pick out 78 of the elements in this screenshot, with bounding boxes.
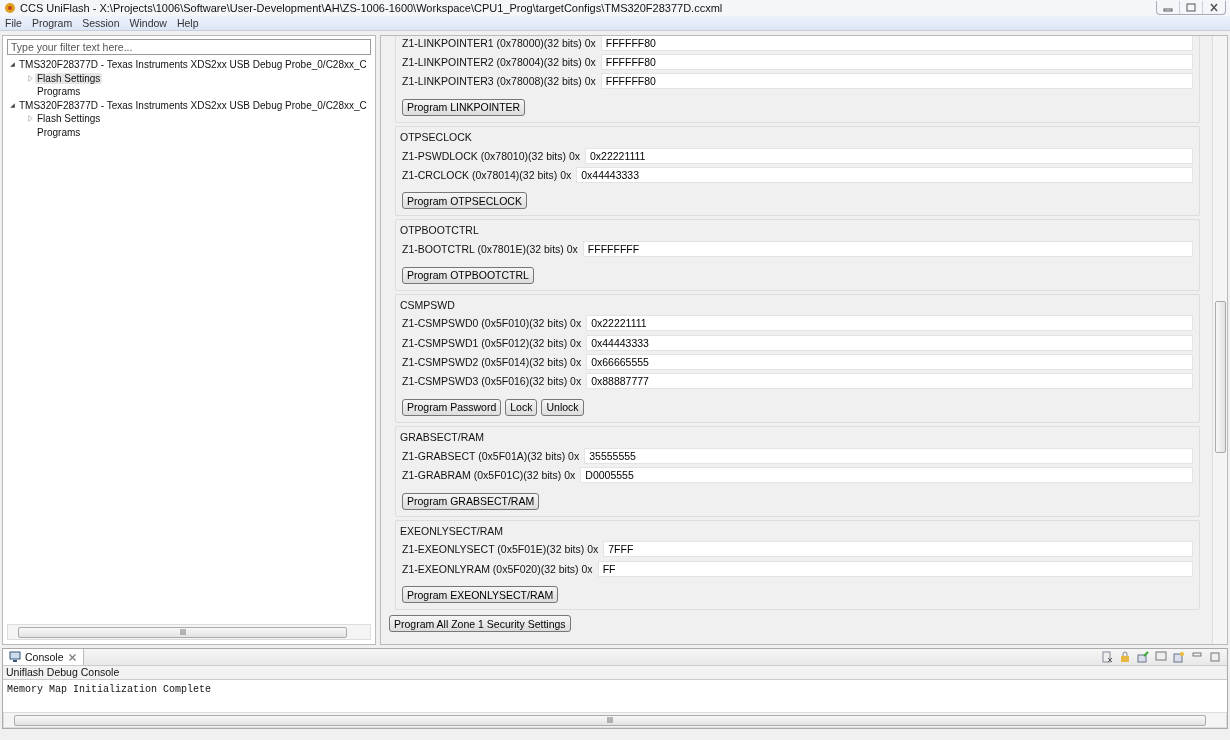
- input-field[interactable]: FFFFFF80: [600, 53, 1193, 70]
- console-title: Uniflash Debug Console: [3, 666, 1227, 680]
- program-button[interactable]: Program OTPBOOTCTRL: [402, 266, 534, 284]
- input-field[interactable]: 7FFF: [603, 541, 1193, 558]
- tree-item[interactable]: Flash Settings: [35, 72, 103, 84]
- expand-icon[interactable]: [26, 74, 34, 82]
- menu-item[interactable]: File: [5, 17, 22, 29]
- tree-item[interactable]: TMS320F28377D - Texas Instruments XDS2xx USB Debug Probe_0/C28xx_C: [17, 99, 369, 111]
- horizontal-scrollbar[interactable]: [7, 624, 371, 640]
- console-tab[interactable]: Console: [3, 649, 84, 665]
- app-icon: [4, 2, 16, 14]
- program-button[interactable]: Lock: [505, 398, 538, 416]
- group-title: GRABSECT/RAM: [400, 430, 485, 445]
- close-icon: [1209, 3, 1219, 12]
- group-title: EXEONLYSECT/RAM: [400, 524, 505, 539]
- collapse-icon[interactable]: [8, 101, 16, 109]
- program-all-button[interactable]: Program All Zone 1 Security Settings: [389, 615, 571, 633]
- program-button[interactable]: Unlock: [541, 398, 584, 416]
- vertical-scrollbar[interactable]: [1212, 36, 1227, 644]
- input-field[interactable]: 0x22221111: [586, 315, 1193, 332]
- field-label: Z1-LINKPOINTER1 (0x78000)(32 bits) 0x: [402, 36, 596, 49]
- expand-icon[interactable]: [26, 115, 34, 123]
- group-title: OTPSECLOCK: [400, 130, 473, 145]
- input-field[interactable]: 0x44443333: [576, 166, 1193, 183]
- input-field[interactable]: D0005555: [580, 466, 1193, 483]
- field-label: Z1-BOOTCTRL (0x7801E)(32 bits) 0x: [402, 243, 578, 256]
- maximize-icon: [1186, 3, 1196, 12]
- collapse-icon[interactable]: [8, 61, 16, 69]
- program-button[interactable]: Program GRABSECT/RAM: [402, 492, 540, 510]
- horizontal-scrollbar[interactable]: [3, 712, 1227, 728]
- tree-item[interactable]: TMS320F28377D - Texas Instruments XDS2xx USB Debug Probe_0/C28xx_C: [17, 59, 369, 71]
- program-button[interactable]: Program LINKPOINTER: [402, 98, 526, 116]
- field-label: Z1-CSMPSWD0 (0x5F010)(32 bits) 0x: [402, 317, 582, 330]
- menu-item[interactable]: Window: [129, 17, 167, 29]
- field-label: Z1-CSMPSWD2 (0x5F014)(32 bits) 0x: [402, 356, 582, 368]
- pin-icon[interactable]: [1137, 651, 1149, 663]
- group-title: OTPBOOTCTRL: [400, 224, 480, 239]
- program-button[interactable]: Program OTPSECLOCK: [402, 192, 527, 210]
- input-field[interactable]: 35555555: [584, 447, 1193, 464]
- input-field[interactable]: FFFFFF80: [600, 36, 1193, 51]
- grip-icon: [179, 629, 186, 635]
- field-label: Z1-CRCLOCK (0x78014)(32 bits) 0x: [402, 168, 572, 181]
- input-field[interactable]: 0x66665555: [586, 354, 1193, 370]
- menu-item[interactable]: Program: [31, 17, 73, 29]
- input-field[interactable]: 0x44443333: [586, 334, 1193, 351]
- clear-console-icon[interactable]: [1101, 651, 1113, 663]
- tree-item[interactable]: Flash Settings: [35, 113, 103, 125]
- field-label: Z1-PSWDLOCK (0x78010)(32 bits) 0x: [402, 149, 580, 162]
- input-field[interactable]: 0x22221111: [585, 147, 1193, 164]
- field-label: Z1-GRABSECT (0x5F01A)(32 bits) 0x: [402, 449, 580, 462]
- new-console-icon[interactable]: [1173, 651, 1185, 663]
- menu-item[interactable]: Session: [82, 17, 120, 29]
- monitor-icon: [9, 651, 21, 663]
- close-icon[interactable]: [67, 652, 77, 662]
- input-field[interactable]: FFFFFFFF: [582, 241, 1193, 258]
- display-icon[interactable]: [1155, 651, 1167, 663]
- field-label: Z1-GRABRAM (0x5F01C)(32 bits) 0x: [402, 468, 576, 481]
- field-label: Z1-LINKPOINTER2 (0x78004)(32 bits) 0x: [402, 55, 596, 68]
- program-button[interactable]: Program Password: [402, 398, 502, 416]
- field-label: Z1-EXEONLYSECT (0x5F01E)(32 bits) 0x: [402, 543, 599, 556]
- lock-icon[interactable]: [1119, 651, 1131, 663]
- console-line: Memory Map Initialization Complete: [7, 684, 213, 695]
- grip-icon: [607, 717, 613, 723]
- field-label: Z1-EXEONLYRAM (0x5F020)(32 bits) 0x: [402, 562, 593, 575]
- tree-item[interactable]: Programs: [35, 126, 83, 138]
- field-label: Z1-LINKPOINTER3 (0x78008)(32 bits) 0x: [402, 75, 596, 88]
- field-label: Z1-CSMPSWD3 (0x5F016)(32 bits) 0x: [402, 375, 582, 388]
- maximize-icon[interactable]: [1209, 651, 1221, 663]
- group-title: CSMPSWD: [400, 298, 456, 313]
- tree-item[interactable]: Programs: [35, 86, 83, 98]
- menu-item[interactable]: Help: [176, 17, 199, 29]
- filter-field[interactable]: Type your filter text here...: [7, 39, 371, 55]
- program-button[interactable]: Program EXEONLYSECT/RAM: [402, 586, 559, 604]
- input-field[interactable]: FF: [597, 560, 1193, 577]
- field-label: Z1-CSMPSWD1 (0x5F012)(32 bits) 0x: [402, 336, 582, 349]
- input-field[interactable]: 0x88887777: [586, 373, 1193, 390]
- input-field[interactable]: FFFFFF80: [600, 73, 1193, 90]
- window-title: CCS UniFlash - X:\Projects\1006\Software\User-Development\AH\ZS-1006-1600\Workspace\CPU1_Prog\targetConfigs\TMS320F28377D.ccxml: [20, 2, 724, 14]
